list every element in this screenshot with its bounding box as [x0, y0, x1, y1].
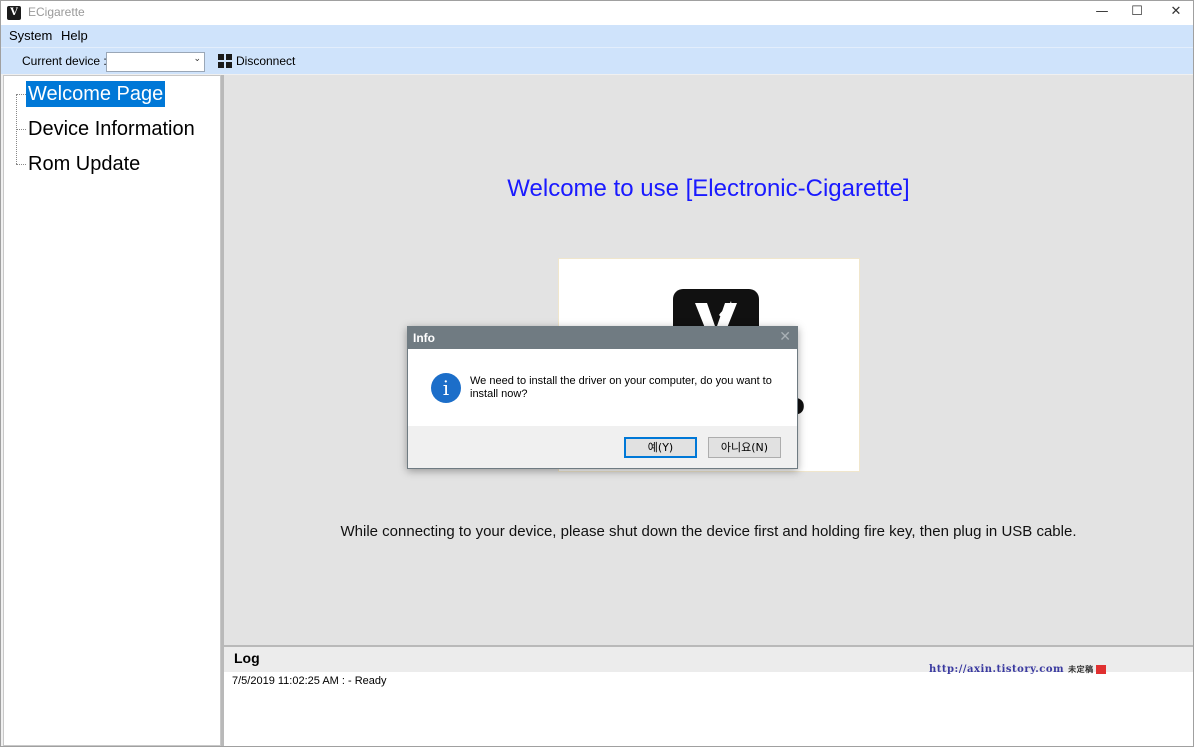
toolbar: Current device : ⌄ Disconnect	[1, 47, 1193, 74]
close-button[interactable]: ✕	[1161, 1, 1191, 25]
log-entry: 7/5/2019 11:02:25 AM : - Ready	[232, 675, 387, 687]
info-dialog: Info ✕ i We need to install the driver o…	[407, 326, 798, 469]
menu-help[interactable]: Help	[61, 28, 88, 43]
disconnect-button[interactable]: Disconnect	[236, 54, 295, 68]
tree-item-welcome-page[interactable]: Welcome Page	[26, 81, 166, 107]
current-device-label: Current device :	[22, 54, 107, 68]
chevron-down-icon: ⌄	[193, 54, 201, 64]
app-window: V ECigarette — ☐ ✕ System Help Current d…	[0, 0, 1194, 747]
tree-connector	[16, 94, 26, 95]
welcome-heading: Welcome to use [Electronic-Cigarette]	[507, 175, 910, 202]
seal-icon	[1095, 665, 1106, 674]
navigation-tree: Welcome Page Device Information Rom Upda…	[3, 75, 221, 746]
menu-system[interactable]: System	[9, 28, 52, 43]
tree-item-rom-update[interactable]: Rom Update	[26, 151, 142, 177]
dialog-close-button[interactable]: ✕	[779, 329, 791, 345]
app-logo-icon: V	[7, 6, 21, 20]
current-device-select[interactable]: ⌄	[106, 52, 205, 72]
tree-connector	[16, 164, 26, 165]
dialog-button-bar: 예(Y) 아니요(N)	[408, 426, 797, 468]
log-panel: Log http://axin.tistory.com 未定稿 7/5/2019 …	[224, 647, 1193, 746]
watermark: http://axin.tistory.com 未定稿	[929, 664, 1106, 675]
title-bar[interactable]: V ECigarette — ☐ ✕	[1, 1, 1193, 25]
disconnect-icon[interactable]	[218, 54, 232, 68]
maximize-button[interactable]: ☐	[1122, 1, 1152, 25]
tree-item-device-information[interactable]: Device Information	[26, 116, 197, 142]
minimize-button[interactable]: —	[1087, 1, 1117, 25]
menu-bar: System Help	[1, 25, 1193, 47]
watermark-tail: 未定稿	[1068, 664, 1094, 674]
info-icon: i	[431, 373, 461, 403]
no-button[interactable]: 아니요(N)	[708, 437, 781, 458]
log-title: Log	[234, 650, 260, 666]
dialog-title: Info	[413, 331, 435, 345]
tree-connector	[16, 129, 26, 130]
log-header: Log http://axin.tistory.com 未定稿	[224, 647, 1193, 675]
window-title: ECigarette	[28, 5, 85, 19]
yes-button[interactable]: 예(Y)	[624, 437, 697, 458]
watermark-url: http://axin.tistory.com	[929, 664, 1065, 675]
dialog-title-bar[interactable]: Info ✕	[408, 327, 797, 349]
connection-hint: While connecting to your device, please …	[340, 523, 1077, 540]
dialog-message: We need to install the driver on your co…	[470, 375, 772, 400]
